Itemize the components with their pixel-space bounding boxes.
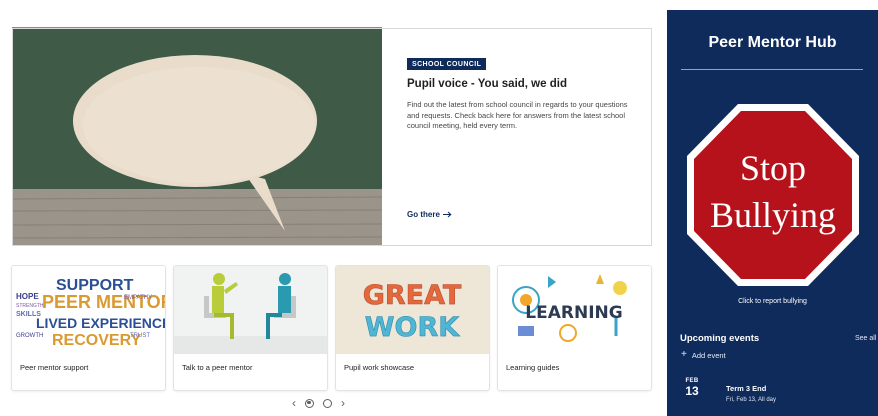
stop-bullying-sign[interactable]: Stop Bullying (685, 102, 861, 288)
card-peer-mentor-support[interactable]: SUPPORT HOPE PEER MENTOR SKILLS LIVED EX… (12, 266, 165, 390)
plus-icon: + (681, 349, 687, 360)
go-there-link[interactable]: Go there (407, 210, 452, 219)
hero-news-card[interactable]: SCHOOL COUNCIL Pupil voice - You said, w… (12, 28, 652, 246)
see-all-link[interactable]: See all (855, 335, 876, 342)
svg-text:EMPATHY: EMPATHY (124, 295, 152, 301)
event-title[interactable]: Term 3 End (726, 384, 766, 393)
hero-description: Find out the latest from school council … (407, 100, 628, 130)
svg-text:WORK: WORK (365, 312, 461, 343)
card-label: Peer mentor support (20, 363, 89, 372)
carousel-dot-2[interactable] (323, 398, 332, 408)
panel-title: Peer Mentor Hub (708, 34, 837, 51)
hero-image-speech-bubble[interactable] (13, 29, 382, 245)
svg-text:RECOVERY: RECOVERY (52, 332, 142, 349)
svg-text:LIVED EXPERIENCE: LIVED EXPERIENCE (36, 315, 165, 331)
hero-title[interactable]: Pupil voice - You said, we did (407, 78, 639, 90)
svg-text:TRUST: TRUST (130, 333, 150, 339)
panel-divider (681, 69, 863, 70)
arrow-right-icon (442, 211, 452, 218)
svg-text:Bullying: Bullying (710, 195, 836, 235)
upcoming-events-title: Upcoming events (680, 333, 760, 344)
svg-text:LEARNING: LEARNING (525, 303, 622, 323)
card-image-learning: LEARNING (498, 266, 651, 354)
topic-tag: SCHOOL COUNCIL (407, 58, 487, 70)
svg-text:STRENGTH: STRENGTH (16, 303, 44, 309)
event-subtitle: Fri, Feb 13, All day (726, 397, 777, 403)
svg-text:GREAT: GREAT (363, 280, 462, 311)
chevron-right-icon[interactable]: › (341, 397, 345, 409)
card-talk-to-peer-mentor[interactable]: Talk to a peer mentor (174, 266, 327, 390)
card-image-conversation (174, 266, 327, 354)
svg-text:GROWTH: GROWTH (16, 333, 43, 339)
svg-text:HOPE: HOPE (16, 292, 39, 301)
report-bullying-caption[interactable]: Click to report bullying (667, 298, 878, 305)
carousel-dot-1[interactable] (305, 398, 314, 408)
svg-text:Stop: Stop (740, 148, 806, 188)
card-image-great-work: GREAT WORK (336, 266, 489, 354)
event-date: FEB 13 (680, 378, 704, 398)
card-image-word-cloud: SUPPORT HOPE PEER MENTOR SKILLS LIVED EX… (12, 266, 165, 354)
card-pupil-work-showcase[interactable]: GREAT WORK Pupil work showcase (336, 266, 489, 390)
peer-mentor-hub-panel: Peer Mentor Hub Stop Bullying Click to r… (667, 10, 878, 416)
carousel-nav: ‹ › (292, 397, 345, 409)
card-learning-guides[interactable]: LEARNING Learning guides (498, 266, 651, 390)
card-label: Talk to a peer mentor (182, 363, 253, 372)
add-event-button[interactable]: + Add event (681, 350, 726, 360)
event-day: 13 (685, 384, 699, 398)
go-there-label: Go there (407, 210, 440, 219)
add-event-label: Add event (691, 350, 726, 360)
card-label: Pupil work showcase (344, 363, 415, 372)
card-label: Learning guides (506, 363, 560, 372)
chevron-left-icon[interactable]: ‹ (292, 397, 296, 409)
